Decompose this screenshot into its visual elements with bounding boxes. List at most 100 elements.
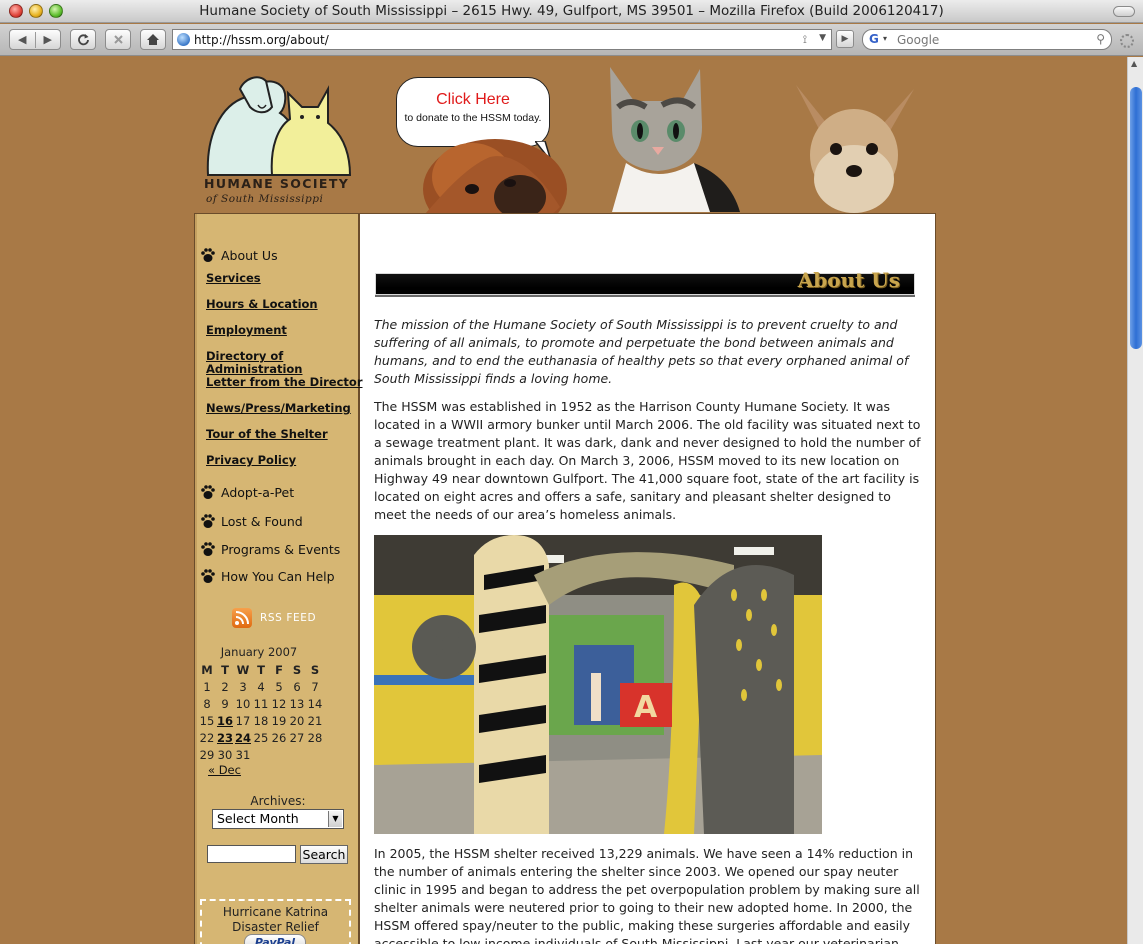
nav-lost-found[interactable]: Lost & Found (200, 513, 303, 529)
calendar-prev-month-link[interactable]: « Dec (208, 763, 241, 777)
nav-services[interactable]: Services (206, 272, 261, 285)
calendar-day (306, 746, 324, 763)
feed-icon[interactable]: ⟟ (803, 33, 807, 47)
nav-privacy-policy[interactable]: Privacy Policy (206, 454, 296, 467)
nav-tour-shelter[interactable]: Tour of the Shelter (206, 428, 328, 441)
calendar-day: 8 (203, 696, 211, 711)
calendar-day: 29 (199, 747, 215, 762)
sidebar-search-button[interactable]: Search (300, 845, 348, 864)
archives-label: Archives: (250, 794, 306, 808)
calendar-day: 2 (221, 679, 229, 694)
calendar-day (252, 746, 270, 763)
url-history-dropdown-icon[interactable]: ▼ (819, 33, 826, 43)
calendar-day: 12 (271, 696, 287, 711)
calendar-day: 20 (289, 713, 305, 728)
search-engine-icon[interactable]: G (869, 32, 879, 46)
calendar-caption: January 2007 (220, 645, 298, 659)
nav-letter-from-director[interactable]: Letter from the Director (206, 376, 363, 389)
calendar-weekday: S (310, 662, 320, 677)
vertical-scrollbar[interactable]: ▲ (1127, 57, 1143, 944)
yorkie-dog-image (796, 85, 914, 213)
calendar-day: 9 (221, 696, 229, 711)
photo-letter-a: A (634, 690, 658, 725)
calendar-day: 16 (216, 712, 234, 729)
url-text[interactable]: http://hssm.org/about/ (194, 33, 329, 47)
stop-icon (113, 35, 123, 44)
scrollbar-thumb[interactable] (1130, 87, 1142, 349)
home-button[interactable] (140, 29, 166, 50)
shelter-interior-photo: C A (374, 535, 822, 834)
photo-letter-c: C (432, 624, 461, 670)
forward-icon[interactable]: ▶ (36, 33, 61, 46)
dropdown-arrow-icon[interactable]: ▼ (328, 811, 342, 827)
stop-button[interactable] (105, 29, 131, 50)
search-input[interactable]: Google (897, 33, 939, 47)
katrina-relief-box: Hurricane Katrina Disaster Relief PayPal (200, 899, 351, 944)
nav-hours-location[interactable]: Hours & Location (206, 298, 318, 311)
calendar-day: 1 (203, 679, 211, 694)
calendar-day: 21 (307, 713, 323, 728)
paw-icon (201, 514, 215, 528)
nav-adopt-label[interactable]: Adopt-a-Pet (221, 485, 294, 500)
calendar-day-link[interactable]: 23 (217, 731, 233, 745)
calendar-weekday: W (236, 662, 250, 677)
nav-about-us[interactable]: About Us (200, 247, 278, 263)
calendar-day-link[interactable]: 24 (235, 731, 251, 745)
calendar-weekday: S (292, 662, 302, 677)
calendar-weekday: T (257, 662, 265, 677)
rss-feed-label[interactable]: RSS FEED (260, 612, 316, 624)
calendar-week: 15 16 17 18 19 20 21 (198, 712, 324, 729)
calendar-week: 1234567 (198, 678, 324, 695)
paypal-donate-button[interactable]: PayPal (244, 934, 306, 944)
nav-programs-events[interactable]: Programs & Events (200, 541, 340, 557)
katrina-title: Hurricane Katrina Disaster Relief (222, 905, 329, 934)
calendar-day: 17 (235, 713, 251, 728)
logo-name: HUMANE SOCIETY (204, 176, 350, 191)
magnifier-icon[interactable]: ⚲ (1096, 32, 1105, 46)
calendar-day: 30 (217, 747, 233, 762)
nav-adopt-a-pet[interactable]: Adopt-a-Pet (200, 484, 294, 500)
search-engine-dropdown-icon[interactable]: ▾ (883, 34, 887, 43)
calendar-day: 7 (311, 679, 319, 694)
donate-link[interactable]: Click Here (397, 91, 549, 109)
toolbar-toggle-button[interactable] (1113, 6, 1135, 17)
calendar-weekdays: MTWTFSS (198, 661, 324, 678)
sidebar-search-input[interactable] (207, 845, 296, 863)
calendar-day: 25 (253, 730, 269, 745)
nav-directory[interactable]: Directory of Administration (206, 350, 303, 376)
rss-icon[interactable] (232, 608, 252, 628)
calendar-day: 26 (271, 730, 287, 745)
statistics-paragraph: In 2005, the HSSM shelter received 13,22… (374, 846, 920, 944)
calendar-week: 29 30 31 (198, 746, 324, 763)
calendar-day: 4 (257, 679, 265, 694)
paw-icon (201, 485, 215, 499)
donate-text: to donate to the HSSM today. (404, 112, 542, 124)
calendar-day: 10 (235, 696, 251, 711)
site-icon (177, 33, 190, 46)
scroll-up-arrow-icon[interactable]: ▲ (1131, 59, 1137, 68)
reload-button[interactable] (70, 29, 96, 50)
nav-help-label[interactable]: How You Can Help (221, 569, 335, 584)
nav-programs-label[interactable]: Programs & Events (221, 542, 340, 557)
nav-employment[interactable]: Employment (206, 324, 287, 337)
paw-icon (201, 569, 215, 583)
calendar-day: 14 (307, 696, 323, 711)
nav-how-you-can-help[interactable]: How You Can Help (200, 568, 335, 584)
calendar-day: 11 (253, 696, 269, 711)
nav-news-press[interactable]: News/Press/Marketing (206, 402, 351, 415)
calendar-day: 31 (235, 747, 251, 762)
page-viewport: HUMANE SOCIETY of South Mississippi Clic… (0, 57, 1127, 944)
search-bar[interactable]: G ▾ Google ⚲ (862, 29, 1112, 50)
reload-icon (77, 34, 89, 46)
go-button[interactable]: ▶ (836, 30, 854, 48)
archives-select[interactable]: Select Month ▼ (212, 809, 344, 829)
address-bar[interactable]: http://hssm.org/about/ ⟟ ▼ (172, 29, 832, 50)
nav-lost-found-label[interactable]: Lost & Found (221, 514, 303, 529)
activity-spinner-icon (1120, 34, 1134, 48)
rss-feed-link[interactable]: RSS FEED (232, 608, 316, 628)
nav-about-us-label[interactable]: About Us (221, 248, 278, 263)
calendar-day-link[interactable]: 16 (217, 714, 233, 728)
calendar-day: 27 (289, 730, 305, 745)
calendar-day: 15 (199, 713, 215, 728)
back-icon[interactable]: ◀ (10, 33, 35, 46)
